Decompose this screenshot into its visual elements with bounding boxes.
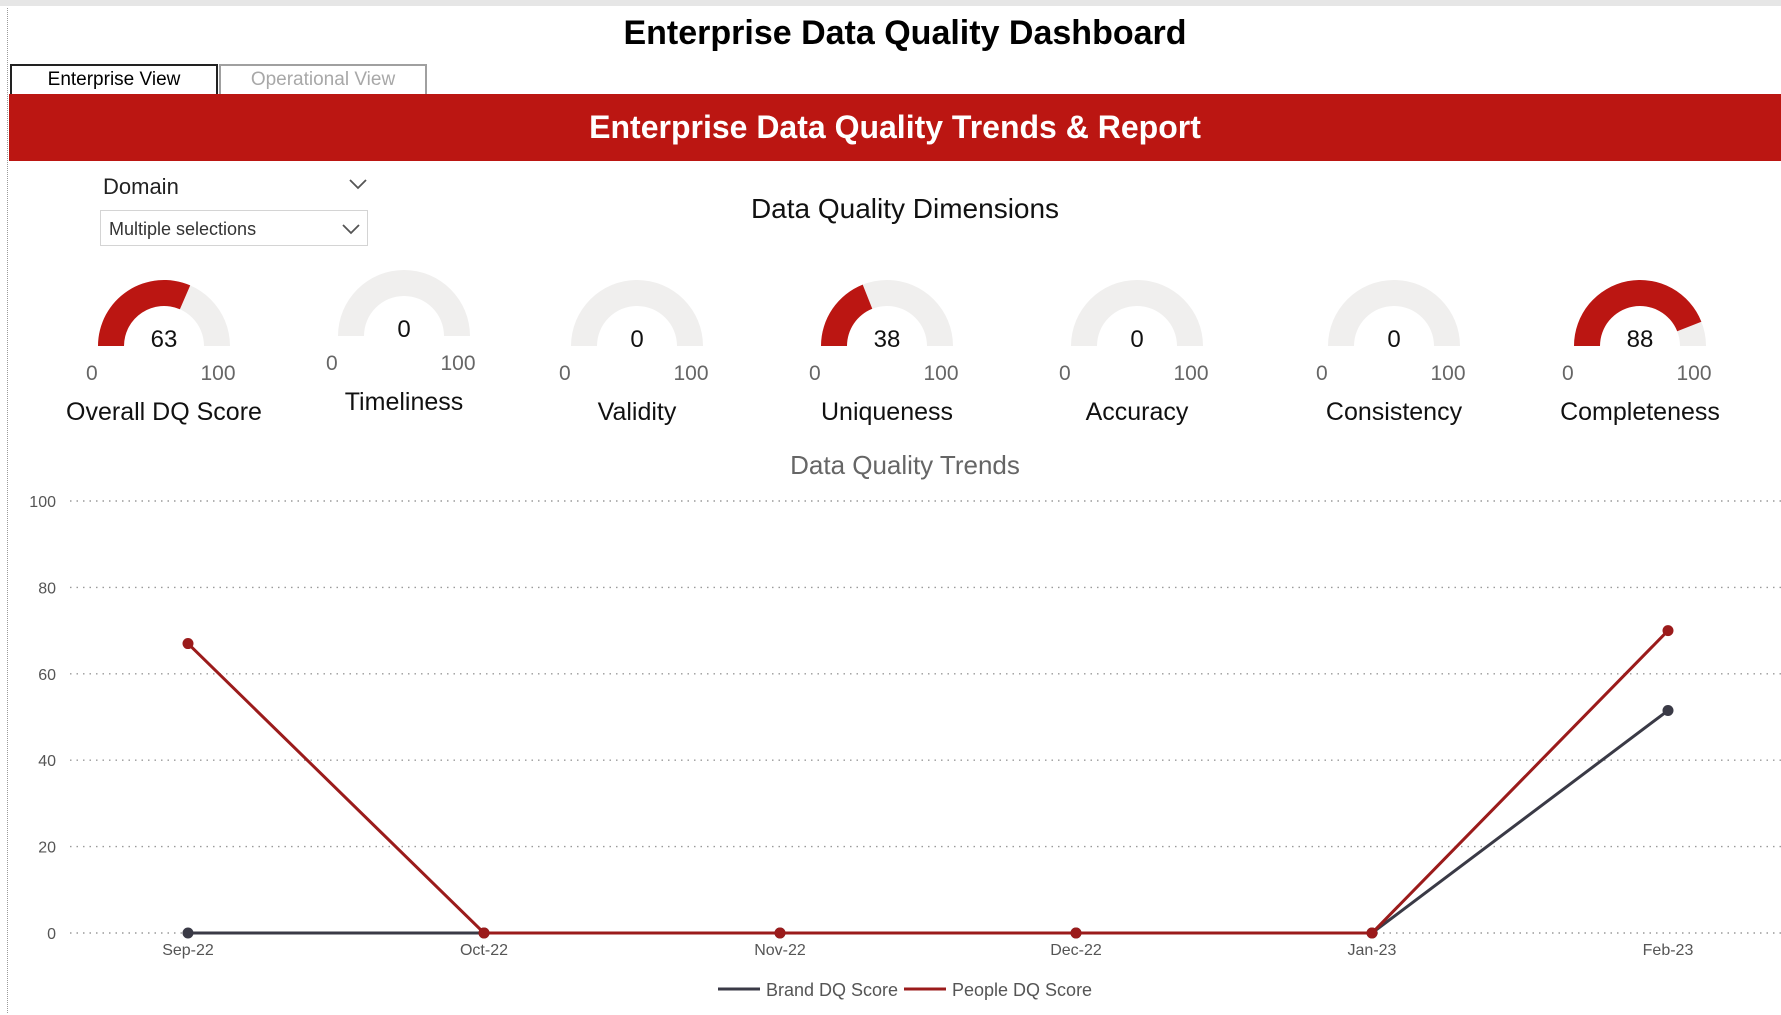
gauge-value: 0 — [1130, 326, 1144, 353]
gauge-min-label: 0 — [1316, 362, 1328, 385]
gauge-max-label: 100 — [1173, 362, 1209, 385]
data-point — [182, 927, 194, 939]
gauge-min-label: 0 — [1562, 362, 1574, 385]
x-tick-label: Oct-22 — [460, 942, 508, 959]
gauge-value: 0 — [630, 326, 644, 353]
gauge-value: 0 — [397, 316, 411, 343]
gauge-max-label: 100 — [923, 362, 959, 385]
gauge-overall-dq-score: 63 0 100 Overall DQ Score — [64, 268, 264, 438]
gauge-value: 38 — [873, 326, 901, 353]
data-point — [182, 638, 194, 650]
x-tick-label: Jan-23 — [1348, 942, 1397, 959]
y-tick-label: 40 — [38, 753, 56, 770]
y-tick-label: 80 — [38, 580, 56, 597]
gauge-max-label: 100 — [200, 362, 236, 385]
gauge-value: 63 — [150, 326, 178, 353]
chevron-down-icon[interactable] — [348, 176, 368, 192]
gauge-completeness: 88 0 100 Completeness — [1540, 268, 1740, 438]
report-banner: Enterprise Data Quality Trends & Report — [9, 94, 1781, 161]
legend-label: Brand DQ Score — [766, 980, 898, 1000]
y-tick-label: 20 — [38, 840, 56, 857]
gauge-timeliness: 0 0 100 Timeliness — [304, 258, 504, 428]
y-tick-label: 100 — [29, 494, 56, 511]
gauge-label: Completeness — [1560, 398, 1720, 426]
gauge-min-label: 0 — [559, 362, 571, 385]
gauge-min-label: 0 — [86, 362, 98, 385]
gauge-label: Overall DQ Score — [66, 398, 262, 426]
x-tick-label: Nov-22 — [754, 942, 806, 959]
series-line — [188, 709, 1669, 935]
x-tick-label: Sep-22 — [162, 942, 214, 959]
gauge-label: Consistency — [1325, 398, 1463, 426]
dimensions-title: Data Quality Dimensions — [750, 193, 1060, 224]
x-tick-label: Feb-23 — [1643, 942, 1694, 959]
gauge-accuracy: 0 0 100 Accuracy — [1037, 268, 1237, 438]
gauge-min-label: 0 — [809, 362, 821, 385]
x-tick-label: Dec-22 — [1050, 942, 1102, 959]
gauge-label: Accuracy — [1085, 398, 1189, 426]
trend-chart-title: Data Quality Trends — [790, 450, 1020, 480]
trend-line-chart: 0 20 40 60 80 100 Sep-22 Oct-22 Nov-22 Dec-22 Jan-… — [29, 494, 1781, 1000]
y-tick-label: 60 — [38, 667, 56, 684]
data-point — [1366, 927, 1378, 939]
gauge-value: 88 — [1626, 326, 1654, 353]
gauge-max-label: 100 — [673, 362, 709, 385]
gauge-min-label: 0 — [1059, 362, 1071, 385]
gauge-uniqueness: 38 0 100 Uniqueness — [787, 268, 987, 438]
page-title: Enterprise Data Quality Dashboard — [623, 14, 1187, 52]
gauge-label: Validity — [597, 398, 677, 426]
top-strip — [0, 0, 1781, 6]
legend-label: People DQ Score — [952, 980, 1092, 1000]
data-point — [1070, 927, 1082, 939]
gauge-consistency: 0 0 100 Consistency — [1294, 268, 1494, 438]
data-point — [774, 927, 786, 939]
series-line — [186, 629, 1670, 935]
gauge-label: Uniqueness — [820, 398, 954, 426]
gauge-validity: 0 0 100 Validity — [537, 268, 737, 438]
gauge-max-label: 100 — [1676, 362, 1712, 385]
gauge-value: 0 — [1387, 326, 1401, 353]
data-point — [1662, 625, 1674, 637]
y-tick-label: 0 — [47, 926, 56, 943]
tab-enterprise-view[interactable]: Enterprise View — [10, 64, 218, 94]
gauge-max-label: 100 — [440, 352, 476, 375]
data-point — [478, 927, 490, 939]
data-point — [1662, 705, 1674, 717]
gauge-max-label: 100 — [1430, 362, 1466, 385]
tab-operational-view[interactable]: Operational View — [219, 64, 427, 94]
gauge-min-label: 0 — [326, 352, 338, 375]
